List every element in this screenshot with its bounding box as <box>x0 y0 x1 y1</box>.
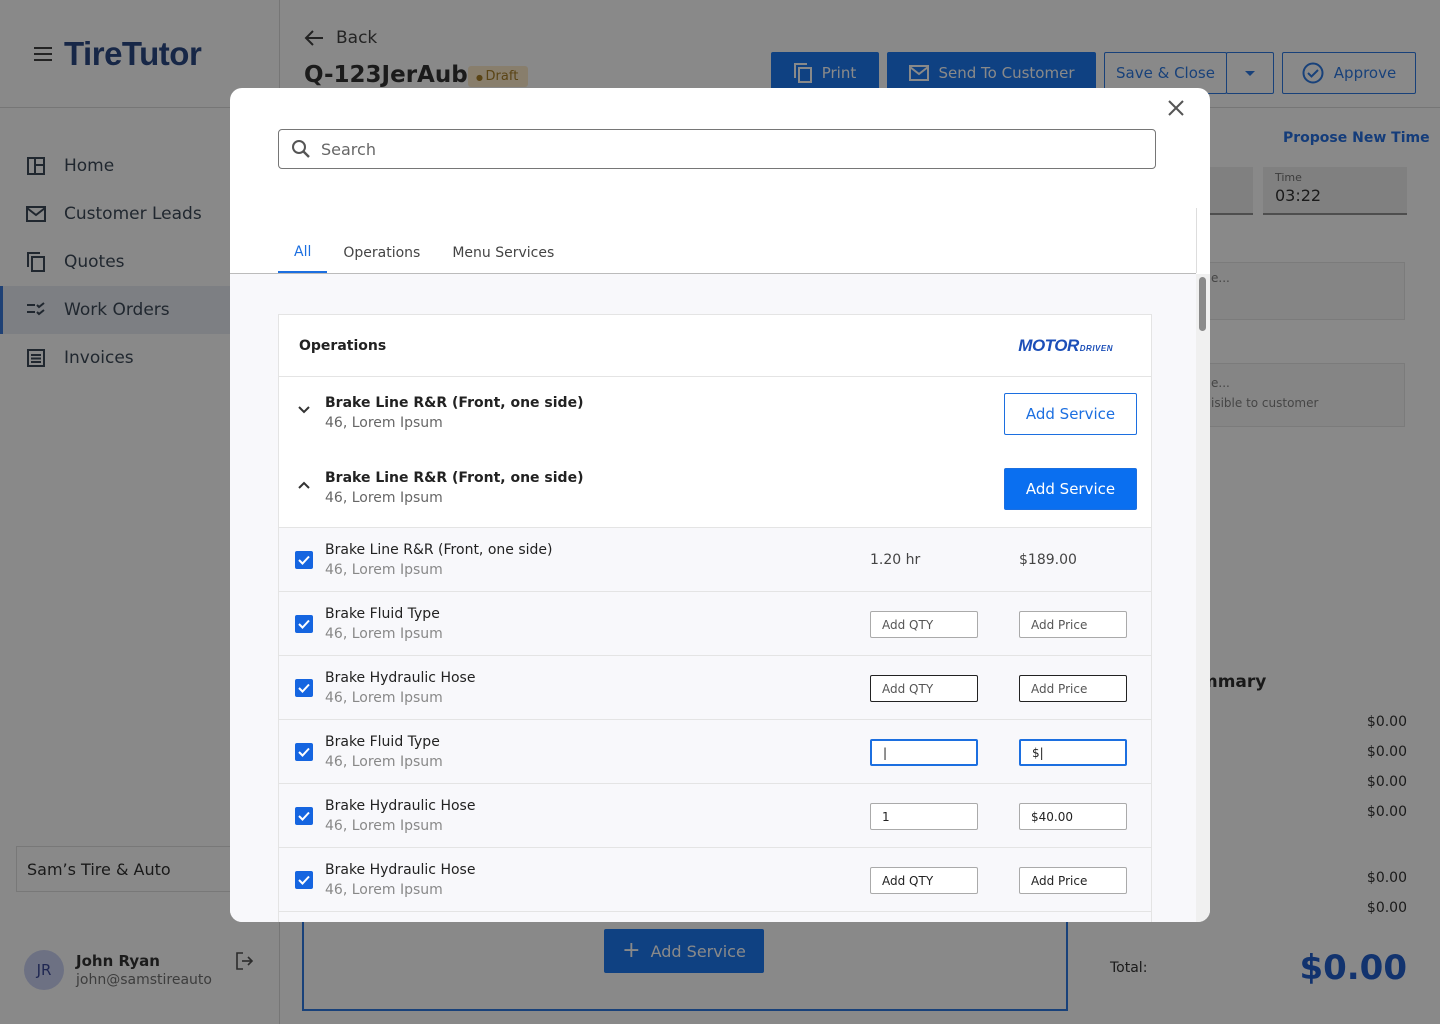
price-input[interactable]: $40.00 <box>1019 803 1127 830</box>
row-checkbox[interactable] <box>295 551 313 569</box>
scrollbar-thumb[interactable] <box>1199 277 1206 331</box>
quantity-input[interactable]: | <box>870 739 978 766</box>
add-service-modal: All Operations Menu Services Operations … <box>230 88 1210 922</box>
search-field <box>278 129 1156 169</box>
app-root: TireTutor Home Customer Leads Quotes Wor… <box>0 0 1440 1024</box>
row-checkbox[interactable] <box>295 615 313 633</box>
item-subtitle: 46, Lorem Ipsum <box>325 818 443 834</box>
row-checkbox[interactable] <box>295 679 313 697</box>
list-item: Brake Hydraulic Hose 46, Lorem Ipsum Add… <box>279 847 1151 911</box>
price-input[interactable]: Add Price <box>1019 611 1127 638</box>
group-subtitle: 46, Lorem Ipsum <box>325 415 443 431</box>
list-item: Brake Hydraulic Hose 46, Lorem Ipsum 1 $… <box>279 783 1151 847</box>
tab-menu-services[interactable]: Menu Services <box>436 232 570 274</box>
add-service-button[interactable]: Add Service <box>1004 468 1137 510</box>
item-subtitle: 46, Lorem Ipsum <box>325 754 443 770</box>
operation-group: Brake Line R&R (Front, one side) 46, Lor… <box>279 452 1151 527</box>
item-name: Brake Hydraulic Hose <box>325 798 476 814</box>
item-subtitle: 46, Lorem Ipsum <box>325 626 443 642</box>
scrollbar[interactable] <box>1196 274 1210 922</box>
close-icon[interactable] <box>1166 98 1186 118</box>
panel-header: Operations MOTORDRIVEN <box>279 315 1151 377</box>
row-checkbox[interactable] <box>295 807 313 825</box>
tab-bar: All Operations Menu Services <box>278 232 570 274</box>
item-subtitle: 46, Lorem Ipsum <box>325 690 443 706</box>
item-name: Brake Line R&R (Front, one side) <box>325 542 553 558</box>
item-name: Brake Hydraulic Hose <box>325 670 476 686</box>
list-item: Brake Line R&R (Front, one side) 46, Lor… <box>279 527 1151 591</box>
list-item: Brake Fluid Type 46, Lorem Ipsum | $| <box>279 719 1151 783</box>
motor-driven-logo: MOTORDRIVEN <box>1018 335 1113 355</box>
price-input[interactable]: Add Price <box>1019 867 1127 894</box>
item-name: Brake Hydraulic Hose <box>325 862 476 878</box>
operation-group: Brake Line R&R (Front, one side) 46, Lor… <box>279 377 1151 452</box>
results-area: Operations MOTORDRIVEN Brake Line R&R (F… <box>230 274 1196 922</box>
chevron-down-icon[interactable] <box>297 405 311 415</box>
quantity-input[interactable]: Add QTY <box>870 867 978 894</box>
price-input[interactable]: $| <box>1019 739 1127 766</box>
item-name: Brake Fluid Type <box>325 734 440 750</box>
tab-all[interactable]: All <box>278 232 328 274</box>
list-item: Brake Fluid Type 46, Lorem Ipsum Add QTY… <box>279 591 1151 655</box>
quantity-input[interactable]: 1 <box>870 803 978 830</box>
chevron-up-icon[interactable] <box>297 480 311 490</box>
price-input[interactable]: Add Price <box>1019 675 1127 702</box>
list-item: Brake Hydraulic Hose 46, Lorem Ipsum Add… <box>279 655 1151 719</box>
item-name: Brake Fluid Type <box>325 606 440 622</box>
tab-operations[interactable]: Operations <box>327 232 436 274</box>
item-subtitle: 46, Lorem Ipsum <box>325 882 443 898</box>
divider <box>1196 208 1197 273</box>
group-subtitle: 46, Lorem Ipsum <box>325 490 443 506</box>
item-subtitle: 46, Lorem Ipsum <box>325 562 443 578</box>
group-name: Brake Line R&R (Front, one side) <box>325 470 584 486</box>
row-checkbox[interactable] <box>295 871 313 889</box>
quantity-input[interactable]: Add QTY <box>870 611 978 638</box>
group-name: Brake Line R&R (Front, one side) <box>325 395 584 411</box>
panel-title: Operations <box>299 337 387 354</box>
list-item <box>279 911 1151 922</box>
row-checkbox[interactable] <box>295 743 313 761</box>
item-price: $189.00 <box>1019 552 1077 568</box>
search-input[interactable] <box>321 139 1101 159</box>
add-service-button[interactable]: Add Service <box>1004 393 1137 435</box>
search-icon <box>292 140 310 158</box>
labor-hours: 1.20 hr <box>870 552 921 568</box>
operations-panel: Operations MOTORDRIVEN Brake Line R&R (F… <box>278 314 1152 922</box>
quantity-input[interactable]: Add QTY <box>870 675 978 702</box>
